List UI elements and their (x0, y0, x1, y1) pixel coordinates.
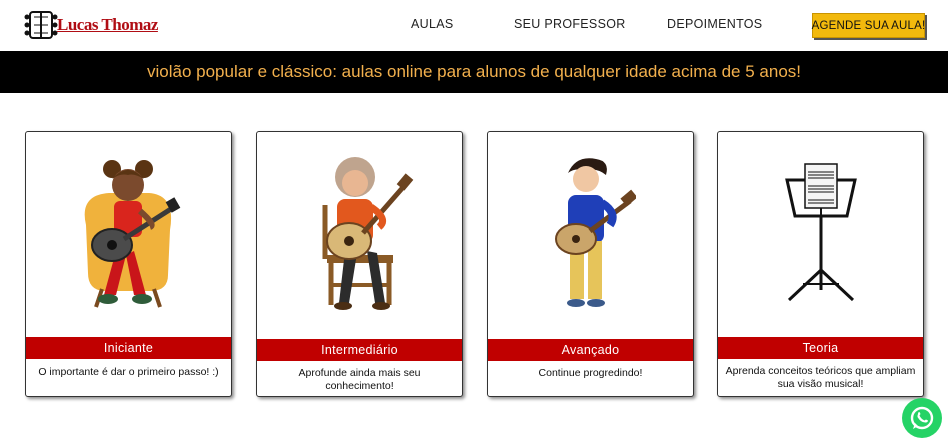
card-title: Teoria (718, 337, 923, 359)
whatsapp-button[interactable] (902, 398, 942, 438)
whatsapp-icon (910, 406, 934, 430)
card-description: Aprenda conceitos teóricos que ampliam s… (725, 365, 916, 390)
card-iniciante[interactable]: Iniciante O importante é dar o primeiro … (25, 131, 232, 397)
card-description: Continue progredindo! (538, 367, 643, 379)
tagline-banner: violão popular e clássico: aulas online … (0, 51, 948, 93)
grandma-guitar-icon (257, 132, 462, 337)
nav-seu-professor[interactable]: SEU PROFESSOR (514, 17, 626, 31)
card-avancado[interactable]: Avançado Continue progredindo! (487, 131, 694, 397)
nav-depoimentos[interactable]: DEPOIMENTOS (667, 17, 762, 31)
guitar-headstock-icon (24, 11, 58, 39)
card-title: Iniciante (26, 337, 231, 359)
card-description: Aprofunde ainda mais seu conhecimento! (298, 367, 421, 392)
card-intermediario[interactable]: Intermediário Aprofunde ainda mais seu c… (256, 131, 463, 397)
child-guitar-icon (26, 132, 231, 337)
boy-guitar-icon (488, 132, 693, 337)
card-title: Avançado (488, 339, 693, 361)
logo-text: Lucas Thomaz (57, 15, 158, 34)
site-header: Lucas Thomaz AULAS SEU PROFESSOR DEPOIME… (0, 0, 948, 51)
card-teoria[interactable]: Teoria Aprenda conceitos teóricos que am… (717, 131, 924, 397)
schedule-class-button[interactable]: AGENDE SUA AULA! (812, 13, 925, 38)
card-description: O importante é dar o primeiro passo! :) (38, 366, 219, 378)
nav-aulas[interactable]: AULAS (411, 17, 454, 31)
card-title: Intermediário (257, 339, 462, 361)
logo[interactable]: Lucas Thomaz (24, 9, 158, 41)
music-stand-icon (718, 132, 923, 337)
tagline-text: violão popular e clássico: aulas online … (147, 62, 801, 81)
